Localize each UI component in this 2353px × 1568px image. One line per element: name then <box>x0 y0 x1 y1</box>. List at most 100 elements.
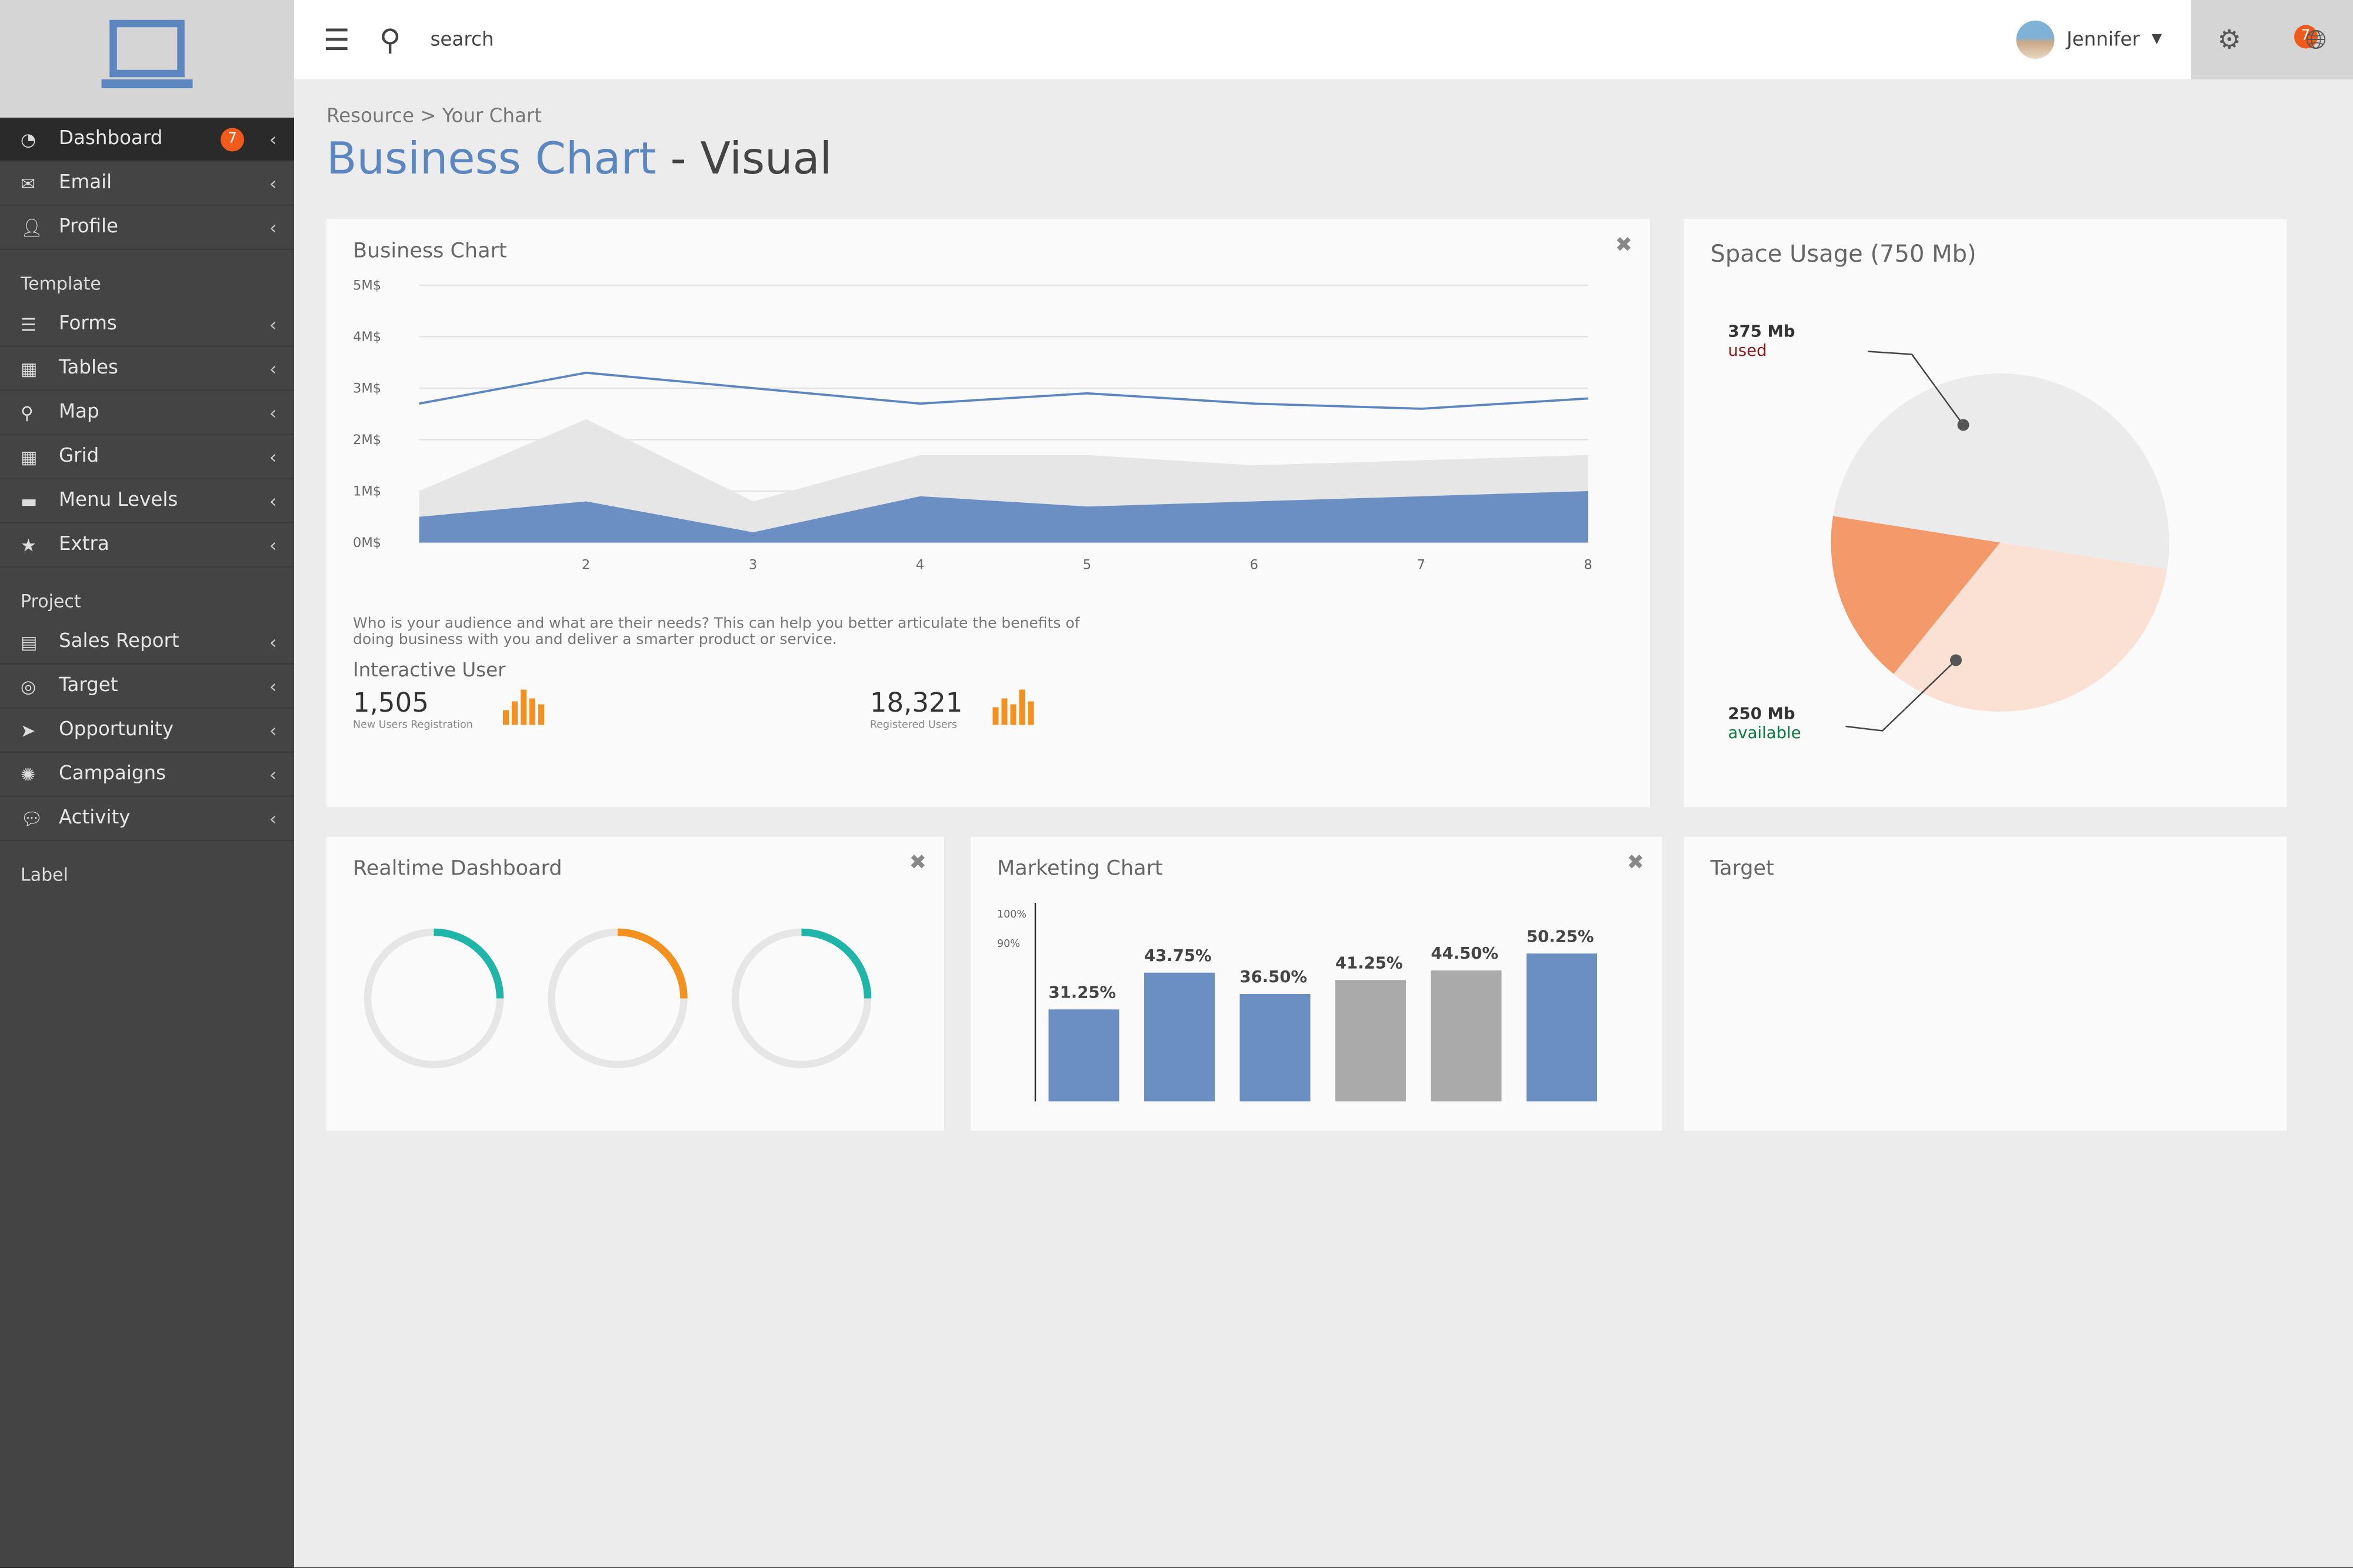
sidebar-item-label: Campaigns <box>59 763 166 786</box>
card-title: Target <box>1710 857 1774 881</box>
caret-down-icon: ▼ <box>2151 32 2162 47</box>
x-tick-label: 7 <box>1417 558 1425 573</box>
user-menu[interactable]: Jennifer ▼ <box>2017 21 2191 59</box>
sidebar-item-forms[interactable]: ☰ Forms ‹ <box>0 303 294 347</box>
sidebar: ◔ Dashboard 7 ‹ ✉ Email ‹ 👤︎ Profile ‹ Template ☰ Fo… <box>0 0 294 1567</box>
bar-data-label: 41.25% <box>1335 953 1403 972</box>
user-name: Jennifer <box>2067 28 2140 51</box>
sidebar-item-label: Sales Report <box>59 630 179 653</box>
chevron-left-icon[interactable]: ‹ <box>269 129 276 149</box>
sidebar-item-activity[interactable]: 💬︎ Activity ‹ <box>0 797 294 841</box>
chat-icon: 💬︎ <box>21 808 44 829</box>
sidebar-item-dashboard[interactable]: ◔ Dashboard 7 ‹ <box>0 118 294 162</box>
x-tick-label: 8 <box>1584 558 1592 573</box>
sidebar-item-sales-report[interactable]: ▤ Sales Report ‹ <box>0 620 294 665</box>
x-tick-label: 4 <box>916 558 924 573</box>
realtime-dashboard-card: Realtime Dashboard ✖ <box>326 836 944 1131</box>
bar <box>1048 1009 1119 1102</box>
target-icon: ◎ <box>21 675 36 696</box>
topbar: ☰ ⚲ search Jennifer ▼ ⚙ 7🌐︎ <box>294 0 2353 79</box>
card-title: Marketing Chart <box>997 857 1163 881</box>
envelope-icon: ✉ <box>21 172 36 194</box>
grid-icon: ▦ <box>21 446 38 467</box>
bar-data-label: 36.50% <box>1240 968 1308 986</box>
gear-icon[interactable]: ⚙ <box>2218 24 2241 55</box>
bar <box>1144 972 1215 1102</box>
gauge-arc <box>801 928 872 999</box>
lines-icon: ☰ <box>21 313 36 335</box>
sidebar-item-profile[interactable]: 👤︎ Profile ‹ <box>0 206 294 250</box>
close-icon[interactable]: ✖ <box>1615 234 1632 258</box>
realtime-gauges <box>364 928 872 1069</box>
globe-notification-button[interactable]: 7🌐︎ <box>2294 24 2327 55</box>
leader-dot <box>1950 654 1962 666</box>
card-title: Business Chart <box>353 239 507 263</box>
sidebar-item-label: Forms <box>59 313 117 336</box>
sidebar-item-extra[interactable]: ★ Extra ‹ <box>0 523 294 568</box>
bar-data-label: 43.75% <box>1144 946 1212 965</box>
bar <box>1431 970 1502 1102</box>
bar <box>1239 994 1311 1102</box>
gauge-arc <box>434 928 504 999</box>
sidebar-item-menu-levels[interactable]: ▬ Menu Levels ‹ <box>0 479 294 523</box>
card-title: Space Usage (750 Mb) <box>1710 239 1977 268</box>
chevron-left-icon[interactable]: ‹ <box>269 314 276 335</box>
map-pin-icon: ⚲ <box>21 402 34 423</box>
y-tick-label: 2M$ <box>353 432 381 448</box>
chevron-left-icon[interactable]: ‹ <box>269 358 276 379</box>
laptop-logo-icon <box>0 0 294 118</box>
chevron-left-icon[interactable]: ‹ <box>269 720 276 740</box>
globe-icon: 🌐︎ <box>2305 24 2327 55</box>
sidebar-item-campaigns[interactable]: ✺ Campaigns ‹ <box>0 753 294 797</box>
business-chart-card: Business Chart ✖ 0M$ 1M$ 2M$ 3M$ 4M$ 5M$ 2 3 4 5 6… <box>326 219 1650 808</box>
star-icon: ★ <box>21 534 36 555</box>
sidebar-item-label: Dashboard <box>59 128 163 151</box>
marketing-bar-chart: 100% 90% 31.25% 43.75% 36.50% 41.25% 44.50% 50.… <box>997 903 1597 1102</box>
x-tick-label: 3 <box>749 558 757 573</box>
search-input[interactable]: search <box>430 29 494 51</box>
chevron-left-icon[interactable]: ‹ <box>269 676 276 696</box>
search-icon[interactable]: ⚲ <box>379 22 401 58</box>
new-users-count: 1,505 <box>353 688 429 719</box>
chevron-left-icon[interactable]: ‹ <box>269 173 276 194</box>
page-title: Business Chart - Visual <box>326 134 2321 186</box>
chevron-left-icon[interactable]: ‹ <box>269 808 276 829</box>
hamburger-menu-icon[interactable]: ☰ <box>324 22 350 58</box>
mini-bar-chart-icon <box>992 689 1036 731</box>
sidebar-item-label: Menu Levels <box>59 489 178 512</box>
bar <box>1527 953 1597 1102</box>
line-series <box>419 371 1589 410</box>
chevron-left-icon[interactable]: ‹ <box>269 535 276 555</box>
sidebar-section-title: Template <box>21 273 101 294</box>
sidebar-item-grid[interactable]: ▦ Grid ‹ <box>0 435 294 479</box>
report-icon: ▤ <box>21 631 38 652</box>
sidebar-item-email[interactable]: ✉ Email ‹ <box>0 162 294 206</box>
close-icon[interactable]: ✖ <box>909 852 926 875</box>
chevron-left-icon[interactable]: ‹ <box>269 217 276 238</box>
business-area-chart: 0M$ 1M$ 2M$ 3M$ 4M$ 5M$ 2 3 4 5 6 7 8 <box>353 278 1592 573</box>
registered-users-count: 18,321 <box>869 688 963 719</box>
chevron-left-icon[interactable]: ‹ <box>269 764 276 785</box>
close-icon[interactable]: ✖ <box>1627 852 1644 875</box>
sidebar-section-title: Project <box>21 591 81 612</box>
pie-chart-icon: ◔ <box>21 128 36 149</box>
chart-description: Who is your audience and what are their … <box>353 616 1080 649</box>
page-title-suffix: - Visual <box>670 134 832 186</box>
chevron-left-icon[interactable]: ‹ <box>269 491 276 511</box>
page-title-main: Business Chart <box>326 134 656 186</box>
sidebar-item-label: Opportunity <box>59 719 174 742</box>
chevron-left-icon[interactable]: ‹ <box>269 446 276 467</box>
sidebar-badge: 7 <box>221 127 244 151</box>
sidebar-item-label: Email <box>59 172 112 195</box>
chevron-left-icon[interactable]: ‹ <box>269 632 276 652</box>
marketing-chart-card: Marketing Chart ✖ 100% 90% 31.25% 43.75% 36.… <box>971 836 1662 1131</box>
sidebar-item-target[interactable]: ◎ Target ‹ <box>0 665 294 709</box>
sidebar-item-opportunity[interactable]: ➤ Opportunity ‹ <box>0 709 294 753</box>
interactive-user-title: Interactive User <box>353 660 506 683</box>
sidebar-item-label: Activity <box>59 807 131 830</box>
user-icon: 👤︎ <box>21 216 44 238</box>
sidebar-item-label: Map <box>59 401 99 424</box>
sidebar-item-map[interactable]: ⚲ Map ‹ <box>0 391 294 435</box>
chevron-left-icon[interactable]: ‹ <box>269 402 276 423</box>
sidebar-item-tables[interactable]: ▦ Tables ‹ <box>0 347 294 391</box>
